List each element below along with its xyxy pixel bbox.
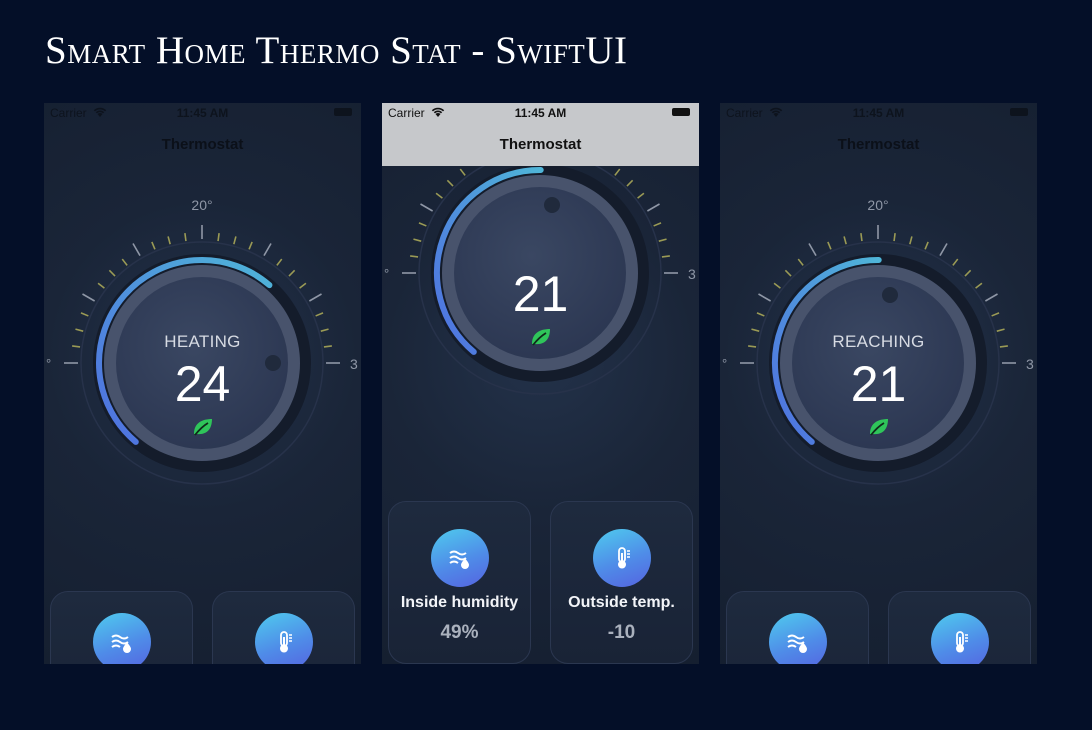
humidity-label: Inside humidity xyxy=(400,594,519,611)
thermostat-dial[interactable]: 20° ° 3 xyxy=(44,103,361,523)
dial-tick xyxy=(893,233,896,242)
outside-temp-card[interactable] xyxy=(888,591,1031,664)
dial-tick xyxy=(991,312,1000,317)
dial-tick xyxy=(756,312,765,317)
dial-tick xyxy=(773,282,781,289)
dial-tick xyxy=(410,255,419,258)
dial-tick xyxy=(653,222,662,227)
mode-label: REACHING xyxy=(832,332,925,351)
status-bar: Carrier 11:45 AM xyxy=(382,103,699,123)
dial-tick xyxy=(964,269,972,277)
dial-tick xyxy=(984,293,998,302)
dial-tick xyxy=(952,258,959,266)
dial-tick xyxy=(132,243,141,257)
outside-temp-value: -10 xyxy=(607,622,636,643)
dial-tick xyxy=(108,269,116,277)
dial-tick xyxy=(75,328,84,332)
humidity-icon xyxy=(430,529,489,587)
dial-tick xyxy=(808,243,817,257)
dial-tick xyxy=(637,192,645,199)
dial-tick xyxy=(758,293,772,302)
screen-stats: ° 3 Carrier 11:45 AM Thermostat 21 Insid… xyxy=(382,103,699,664)
dial-tick xyxy=(797,258,804,266)
battery-icon xyxy=(672,108,690,116)
dial-tick xyxy=(435,192,443,199)
dial-tick xyxy=(658,238,667,242)
humidity-value: 49% xyxy=(440,622,479,643)
dial-tick xyxy=(320,328,329,332)
eco-leaf-icon xyxy=(191,417,215,437)
dial-tick xyxy=(151,241,156,250)
dial-tick xyxy=(167,236,171,245)
screen-reaching: Carrier 11:45 AM Thermostat 20° ° 3 REAC… xyxy=(720,103,1037,664)
dial-tick xyxy=(827,241,832,250)
humidity-card[interactable]: Inside humidity 49% xyxy=(388,501,531,664)
humidity-icon xyxy=(768,613,827,664)
thermostat-dial[interactable]: 20° ° 3 xyxy=(720,103,1037,523)
dial-handle[interactable] xyxy=(544,197,560,213)
scale-top-label: 20° xyxy=(867,197,888,213)
dial-tick xyxy=(288,269,296,277)
dial-tick xyxy=(299,282,307,289)
dial-tick xyxy=(459,168,466,176)
dial-tick xyxy=(661,255,670,258)
dial-tick xyxy=(308,293,322,302)
eco-leaf-icon xyxy=(529,327,553,347)
mode-label: HEATING xyxy=(164,332,241,351)
dial-tick xyxy=(909,236,913,245)
dial-tick xyxy=(121,258,128,266)
thermometer-icon xyxy=(592,529,651,587)
temperature-value: 21 xyxy=(850,356,907,412)
temperature-value: 21 xyxy=(512,266,569,322)
outside-temp-card[interactable]: Outside temp. -10 xyxy=(550,501,693,664)
nav-title: Thermostat xyxy=(499,136,582,153)
dial-tick xyxy=(413,238,422,242)
dial-tick xyxy=(276,258,283,266)
dial-tick xyxy=(646,203,660,212)
dial-tick xyxy=(97,282,105,289)
dial-tick xyxy=(860,233,863,242)
humidity-card[interactable] xyxy=(726,591,869,664)
dial-tick xyxy=(996,328,1005,332)
page-title: Smart Home Thermo Stat - SwiftUI xyxy=(45,29,628,72)
thermometer-icon xyxy=(930,613,989,664)
dial-tick xyxy=(446,179,454,187)
dial-tick xyxy=(751,328,760,332)
dial-tick xyxy=(626,179,634,187)
dial-tick xyxy=(217,233,220,242)
dial-tick xyxy=(420,203,434,212)
dial-tick xyxy=(263,243,272,257)
screen-heating: Carrier 11:45 AM Thermostat 20° ° 3 HEAT… xyxy=(44,103,361,664)
dial-tick xyxy=(614,168,621,176)
dial-tick xyxy=(975,282,983,289)
status-time: 11:45 AM xyxy=(514,106,567,120)
dial-tick xyxy=(418,222,427,227)
dial-tick xyxy=(784,269,792,277)
dial-tick xyxy=(939,243,948,257)
eco-leaf-icon xyxy=(867,417,891,437)
outside-temp-card[interactable] xyxy=(212,591,355,664)
outside-temp-label: Outside temp. xyxy=(568,594,675,611)
dial-tick xyxy=(80,312,89,317)
dial-tick xyxy=(82,293,96,302)
temperature-value: 24 xyxy=(174,356,231,412)
humidity-card[interactable] xyxy=(50,591,193,664)
dial-tick xyxy=(315,312,324,317)
dial-tick xyxy=(184,233,187,242)
dial-tick xyxy=(924,241,929,250)
dial-tick xyxy=(843,236,847,245)
thermometer-icon xyxy=(254,613,313,664)
humidity-icon xyxy=(92,613,151,664)
dial-handle[interactable] xyxy=(882,287,898,303)
dial-tick xyxy=(233,236,237,245)
scale-top-label: 20° xyxy=(191,197,212,213)
dial-tick xyxy=(248,241,253,250)
